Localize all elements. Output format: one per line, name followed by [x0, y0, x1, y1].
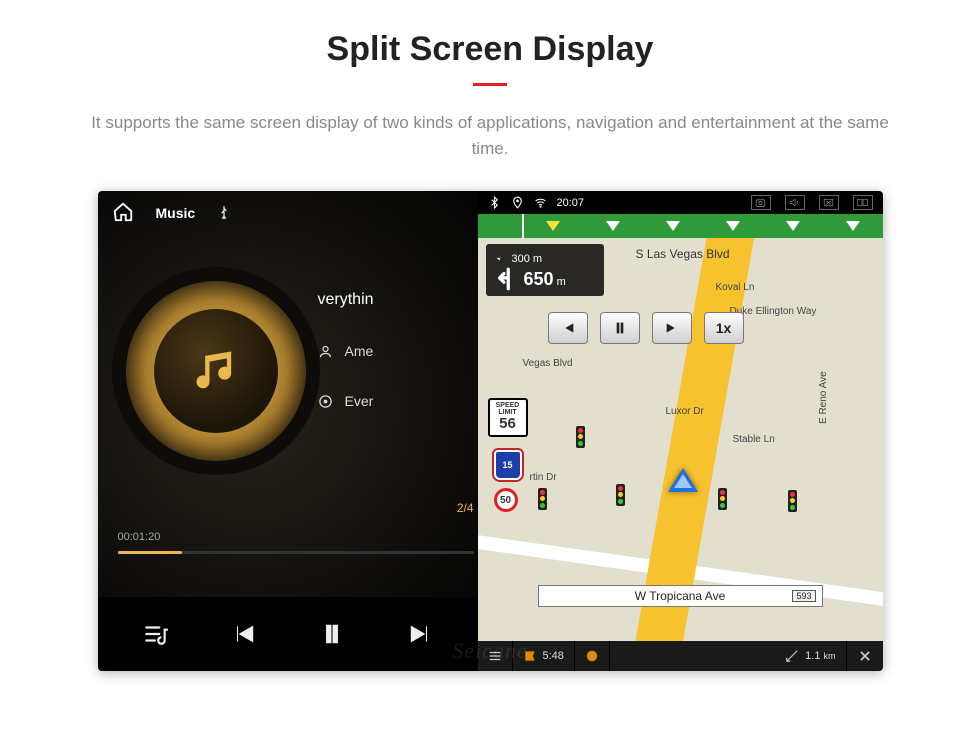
music-app-label: Music	[156, 205, 196, 221]
interstate-shield: 15	[494, 450, 522, 480]
route-badge: 50	[494, 488, 518, 512]
lane-arrow-icon	[546, 221, 560, 231]
map-canvas[interactable]: S Las Vegas Blvd Koval Ln Duke Ellington…	[478, 238, 883, 641]
track-label: Ame	[345, 343, 374, 359]
nav-bottom-bar: 5:48 1.1 km	[478, 641, 883, 671]
device-frame: Music verythin Ame Ever 2/4	[98, 191, 883, 671]
track-list: verythin Ame Ever	[318, 291, 478, 409]
nav-close-button[interactable]	[847, 641, 883, 671]
page-subtitle: It supports the same screen display of t…	[80, 110, 900, 161]
nav-distance[interactable]: 1.1 km	[775, 641, 846, 671]
track-label: Ever	[345, 393, 374, 409]
volume-icon[interactable]	[785, 195, 805, 210]
street-label: Koval Ln	[716, 282, 755, 293]
turn-left-icon	[492, 266, 518, 292]
next-button[interactable]	[397, 611, 443, 657]
bluetooth-icon	[488, 196, 501, 209]
list-item[interactable]: Ame	[318, 343, 478, 359]
music-note-icon	[190, 345, 242, 397]
pause-button[interactable]	[309, 611, 355, 657]
turn-left-small-icon	[492, 252, 506, 266]
screenshot-icon[interactable]	[751, 195, 771, 210]
street-label: Vegas Blvd	[523, 358, 573, 369]
street-ref-badge: 593	[792, 590, 815, 602]
traffic-light-icon	[788, 490, 797, 512]
playlist-button[interactable]	[133, 611, 179, 657]
vehicle-cursor-icon	[668, 468, 698, 492]
music-panel: Music verythin Ame Ever 2/4	[98, 191, 478, 671]
sim-pause-button[interactable]	[600, 312, 640, 344]
lane-arrow-icon	[846, 221, 860, 231]
street-label: Luxor Dr	[666, 406, 704, 417]
title-underline	[473, 83, 507, 86]
brand-watermark: Seicane	[452, 638, 527, 664]
close-app-icon[interactable]	[819, 195, 839, 210]
nav-warning[interactable]	[575, 641, 610, 671]
usb-icon[interactable]	[217, 205, 231, 222]
album-art	[126, 281, 306, 461]
person-icon	[318, 344, 333, 359]
lane-arrow-icon	[606, 221, 620, 231]
turn-instruction: 300 m 650 m	[486, 244, 604, 296]
traffic-light-icon	[538, 488, 547, 510]
list-item[interactable]: Ever	[318, 393, 478, 409]
navigation-panel: 20:07 S Las Vegas Blvd Koval Ln Duk	[478, 191, 883, 671]
location-icon	[511, 196, 524, 209]
street-label: Stable Ln	[733, 434, 775, 445]
split-screen-icon[interactable]	[853, 195, 873, 210]
speed-limit-sign: SPEED LIMIT 56	[488, 398, 528, 437]
lane-arrow-icon	[726, 221, 740, 231]
status-bar: 20:07	[478, 191, 883, 214]
music-controls	[98, 597, 478, 671]
page-title: Split Screen Display	[0, 30, 980, 69]
lane-arrow-icon	[666, 221, 680, 231]
traffic-light-icon	[616, 484, 625, 506]
street-label: S Las Vegas Blvd	[628, 246, 738, 262]
traffic-light-icon	[718, 488, 727, 510]
track-counter: 2/4	[457, 501, 474, 515]
home-icon[interactable]	[112, 201, 134, 226]
sim-prev-button[interactable]	[548, 312, 588, 344]
disc-icon	[318, 394, 333, 409]
elapsed-time: 00:01:20	[118, 531, 161, 543]
traffic-light-icon	[576, 426, 585, 448]
prev-button[interactable]	[221, 611, 267, 657]
sim-speed-button[interactable]: 1x	[704, 312, 744, 344]
progress-area: 00:01:20	[118, 531, 474, 554]
music-top-bar: Music	[98, 191, 478, 235]
status-time: 20:07	[557, 197, 585, 209]
street-label: E Reno Ave	[818, 371, 829, 424]
sim-next-button[interactable]	[652, 312, 692, 344]
lane-guidance-bar	[478, 214, 883, 238]
street-label: rtin Dr	[530, 472, 557, 483]
current-street-bar: W Tropicana Ave 593	[538, 585, 823, 607]
now-playing-title: verythin	[318, 291, 478, 309]
lane-arrow-icon	[786, 221, 800, 231]
wifi-icon	[534, 196, 547, 209]
progress-bar[interactable]	[118, 551, 474, 554]
